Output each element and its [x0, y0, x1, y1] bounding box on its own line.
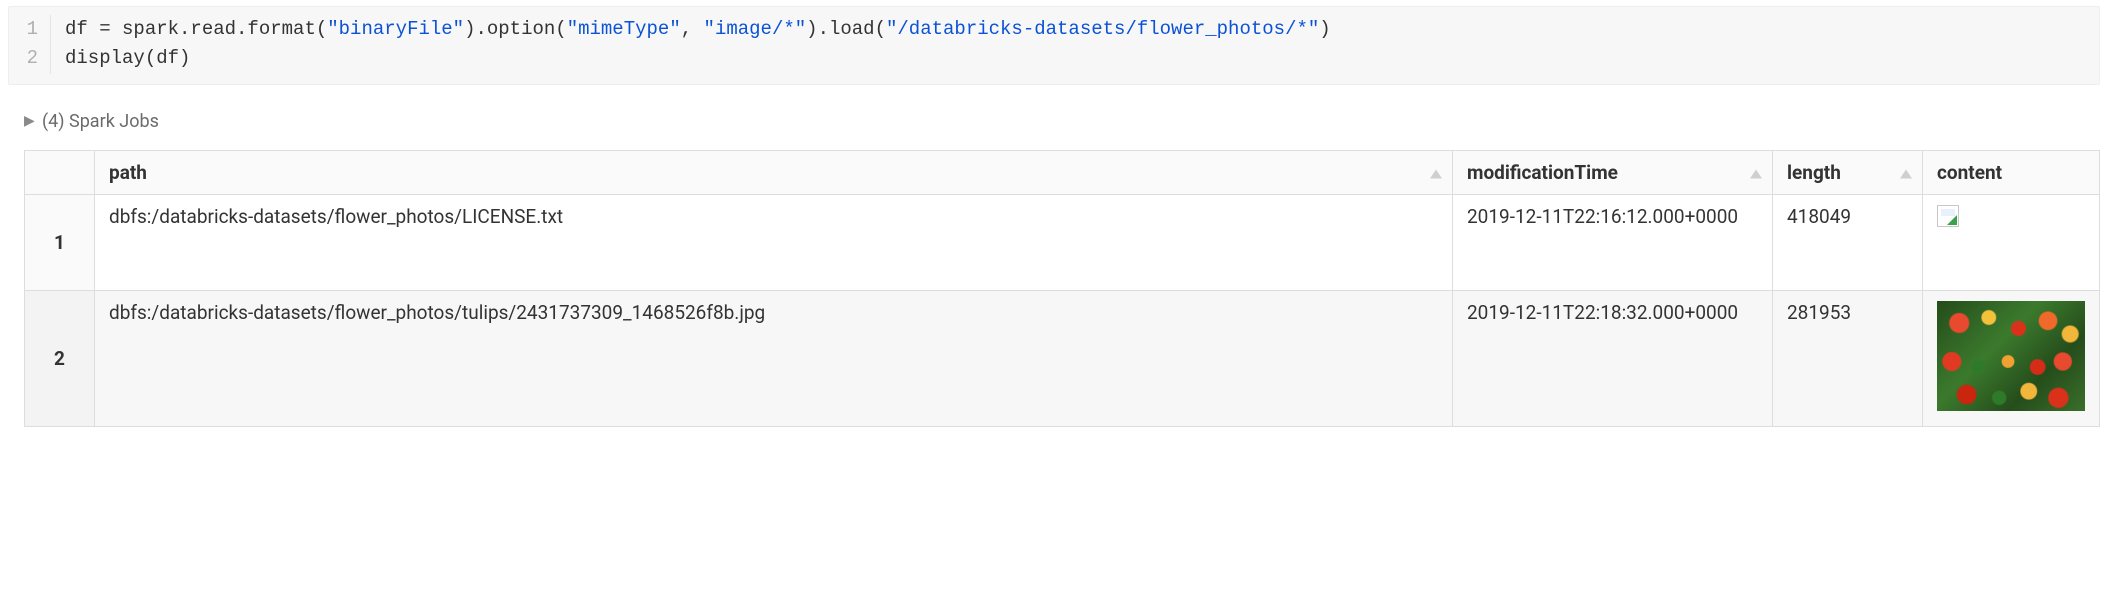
column-header-length[interactable]: length	[1773, 150, 1923, 194]
cell-path[interactable]: dbfs:/databricks-datasets/flower_photos/…	[95, 194, 1453, 290]
code-token: )	[1319, 18, 1330, 40]
spark-jobs-toggle[interactable]: ▶ (4) Spark Jobs	[24, 111, 2108, 132]
sort-asc-icon[interactable]	[1750, 161, 1762, 184]
cell-length: 281953	[1773, 290, 1923, 426]
code-token: display(df)	[65, 47, 190, 69]
code-string: "image/*"	[704, 18, 807, 40]
column-header-label: length	[1787, 161, 1841, 184]
code-string: "mimeType"	[567, 18, 681, 40]
column-header-modificationtime[interactable]: modificationTime	[1453, 150, 1773, 194]
cell-content	[1923, 194, 2100, 290]
code-cell[interactable]: 1 2 df = spark.read.format("binaryFile")…	[8, 6, 2100, 85]
table-row: 1 dbfs:/databricks-datasets/flower_photo…	[25, 194, 2100, 290]
sort-asc-icon[interactable]	[1900, 161, 1912, 184]
sort-asc-icon[interactable]	[1430, 161, 1442, 184]
row-number: 1	[25, 194, 95, 290]
column-header-path[interactable]: path	[95, 150, 1453, 194]
row-number: 2	[25, 290, 95, 426]
code-token: ,	[681, 18, 704, 40]
table-header-row: path modificationTime length content	[25, 150, 2100, 194]
line-number: 2	[9, 44, 38, 73]
cell-path[interactable]: dbfs:/databricks-datasets/flower_photos/…	[95, 290, 1453, 426]
code-gutter: 1 2	[9, 15, 51, 74]
table-row: 2 dbfs:/databricks-datasets/flower_photo…	[25, 290, 2100, 426]
column-header-content[interactable]: content	[1923, 150, 2100, 194]
code-string: "/databricks-datasets/flower_photos/*"	[886, 18, 1319, 40]
column-header-label: path	[109, 161, 147, 184]
column-header-label: content	[1937, 161, 2002, 184]
spark-jobs-label: (4) Spark Jobs	[42, 111, 159, 132]
cell-content	[1923, 290, 2100, 426]
cell-modificationtime: 2019-12-11T22:16:12.000+0000	[1453, 194, 1773, 290]
line-number: 1	[9, 15, 38, 44]
column-header-label: modificationTime	[1467, 161, 1618, 184]
tulips-thumbnail-image	[1937, 301, 2085, 411]
cell-modificationtime: 2019-12-11T22:18:32.000+0000	[1453, 290, 1773, 426]
code-body[interactable]: df = spark.read.format("binaryFile").opt…	[51, 15, 1331, 74]
column-header-rownum[interactable]	[25, 150, 95, 194]
code-token: df = spark.read.format(	[65, 18, 327, 40]
code-string: "binaryFile"	[327, 18, 464, 40]
cell-length: 418049	[1773, 194, 1923, 290]
code-token: ).load(	[806, 18, 886, 40]
result-table: path modificationTime length content 1 d…	[24, 150, 2100, 427]
broken-image-icon	[1937, 205, 1959, 227]
chevron-right-icon: ▶	[24, 113, 34, 129]
code-token: ).option(	[464, 18, 567, 40]
